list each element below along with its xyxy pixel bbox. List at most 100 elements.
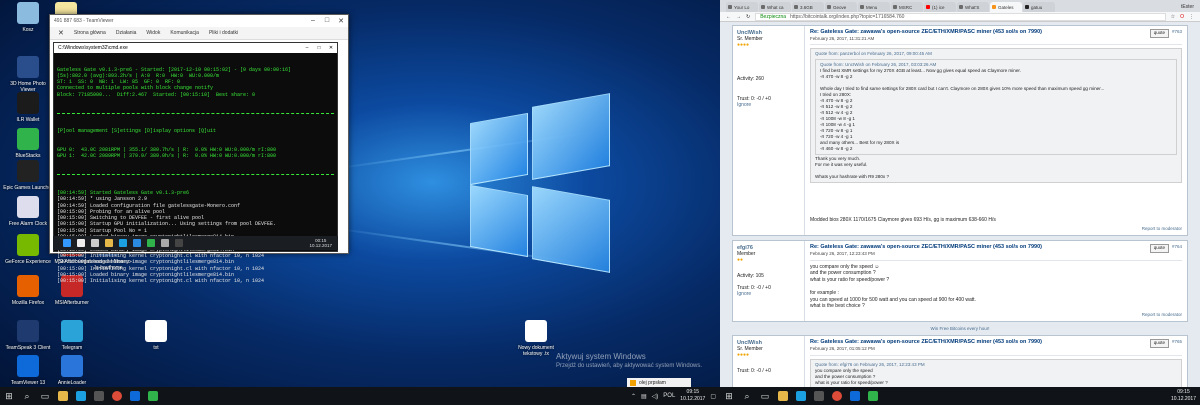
browser-tab[interactable]: Menu — [858, 2, 890, 12]
windows-start-icon[interactable] — [63, 239, 71, 247]
task-view-icon[interactable]: ▭ — [36, 387, 54, 405]
browser-tab[interactable]: What ca — [759, 2, 791, 12]
browser-tab[interactable]: (1) ice — [924, 2, 956, 12]
star-icon[interactable]: ☆ — [1171, 14, 1175, 20]
app-icon — [61, 320, 83, 342]
explorer-icon[interactable] — [774, 387, 792, 405]
cmd-icon[interactable] — [175, 239, 183, 247]
browser-tab[interactable]: Gateles — [990, 2, 1022, 12]
clock[interactable]: 09:15 10.12.2017 — [680, 389, 705, 403]
windows-start-icon[interactable]: ⊞ — [0, 387, 18, 405]
browser-tab[interactable]: 3.6GB — [792, 2, 824, 12]
explorer-icon[interactable] — [105, 239, 113, 247]
toolbar-home[interactable]: Strona główna — [74, 30, 106, 36]
chrome-icon[interactable] — [108, 387, 126, 405]
post-number[interactable]: #764 — [1172, 244, 1182, 251]
edge-icon[interactable] — [792, 387, 810, 405]
minimize-icon[interactable]: – — [301, 45, 313, 51]
quote-button[interactable]: quote — [1149, 244, 1169, 253]
desktop-icon[interactable]: Free Alarm Clock — [2, 196, 54, 227]
teamviewer-titlebar[interactable]: 491 887 683 - TeamViewer – □ ✕ — [50, 15, 348, 27]
app-icon[interactable] — [147, 239, 155, 247]
desktop-icon[interactable]: txt — [130, 320, 182, 351]
post-subject[interactable]: Re: Gateless Gate: zawawa's open-source … — [810, 29, 1042, 36]
chevron-up-icon[interactable]: ⌃ — [631, 393, 636, 400]
browser-tab[interactable]: gatuu — [1023, 2, 1055, 12]
inner-quote-block: Quote from: UncIWish on February 26, 201… — [815, 59, 1177, 156]
desktop-icon[interactable]: Epic Games Launcher — [2, 160, 54, 191]
desktop-icon[interactable]: BlueStacks — [2, 128, 54, 159]
ignore-link[interactable]: Ignore — [737, 291, 800, 297]
language-icon[interactable]: POL — [663, 393, 675, 399]
tab-label: Gateles — [998, 4, 1014, 10]
close-session-icon[interactable]: ✕ — [58, 29, 64, 37]
close-icon[interactable]: ✕ — [334, 17, 348, 25]
search-icon[interactable]: ⌕ — [738, 387, 756, 405]
minimize-icon[interactable]: – — [306, 17, 320, 25]
teamviewer-icon[interactable] — [126, 387, 144, 405]
ignore-link[interactable]: Ignore — [737, 102, 800, 108]
search-icon[interactable]: ⌕ — [18, 387, 36, 405]
app-icon[interactable] — [864, 387, 882, 405]
toolbar-files[interactable]: Pliki i dodatki — [209, 30, 238, 36]
toolbar-view[interactable]: Widok — [146, 30, 160, 36]
quote-header[interactable]: Quote from: panzerbol on February 26, 20… — [815, 51, 1177, 57]
console-log-line: [00:15:00] Initialising kernel cryptonig… — [57, 278, 265, 285]
address-bar[interactable]: Bezpieczna https://bitcointalk.org/index… — [755, 12, 1166, 21]
store-icon[interactable] — [90, 387, 108, 405]
maximize-icon[interactable]: □ — [313, 45, 325, 51]
windows-start-icon[interactable]: ⊞ — [720, 387, 738, 405]
desktop-icon[interactable]: Nowy dokument tekstowy .tx — [510, 320, 562, 357]
activation-watermark: Aktywuj system Windows Przejdź do ustawi… — [556, 352, 702, 369]
post-subject[interactable]: Re: Gateless Gate: zawawa's open-source … — [810, 244, 1042, 251]
edge-icon[interactable] — [119, 239, 127, 247]
task-view-icon[interactable] — [91, 239, 99, 247]
post-number[interactable]: #763 — [1172, 29, 1182, 36]
desktop-icon[interactable]: Telegram — [46, 320, 98, 351]
teamviewer-icon[interactable] — [846, 387, 864, 405]
desktop-icon[interactable]: 3D Home Photo Viewer — [2, 56, 54, 93]
toolbar-actions[interactable]: Działania — [116, 30, 137, 36]
menu-icon[interactable]: ⋮ — [1189, 14, 1194, 20]
reload-icon[interactable]: ↻ — [746, 14, 750, 20]
store-icon[interactable] — [810, 387, 828, 405]
back-icon[interactable]: ← — [726, 14, 731, 20]
desktop-icon[interactable]: ILR Wallet — [2, 92, 54, 123]
cmd-window[interactable]: C:\Windows\system32\cmd.exe – □ ✕ Gatele… — [53, 42, 338, 284]
quote-button[interactable]: quote — [1149, 339, 1169, 348]
teamviewer-icon[interactable] — [133, 239, 141, 247]
teamviewer-window[interactable]: 491 887 683 - TeamViewer – □ ✕ ✕ Strona … — [49, 14, 349, 284]
close-icon[interactable]: ✕ — [325, 45, 337, 51]
search-icon[interactable] — [77, 239, 85, 247]
browser-tab[interactable]: What'S — [957, 2, 989, 12]
post-subject[interactable]: Re: Gateless Gate: zawawa's open-source … — [810, 339, 1042, 346]
author-activity: Activity: 105 — [737, 273, 764, 280]
browser-user[interactable]: tEster — [1175, 4, 1200, 12]
browser-tab[interactable]: MSRC — [891, 2, 923, 12]
maximize-icon[interactable]: □ — [320, 17, 334, 25]
explorer-icon[interactable] — [54, 387, 72, 405]
report-link[interactable]: Report to moderator — [810, 226, 1182, 233]
task-view-icon[interactable]: ▭ — [756, 387, 774, 405]
favicon-icon — [926, 5, 930, 9]
app-icon[interactable] — [161, 239, 169, 247]
opera-icon[interactable]: O — [1180, 14, 1184, 20]
browser-tab[interactable]: Geove — [825, 2, 857, 12]
browser-tab[interactable]: Your Lo — [726, 2, 758, 12]
clock[interactable]: 09:15 10.12.2017 — [1171, 389, 1196, 403]
toolbar-communication[interactable]: Komunikacja — [170, 30, 199, 36]
ad-link[interactable]: Win Free Bitcoins every hour! — [732, 326, 1188, 331]
desktop-icon[interactable]: AnnieLoader — [46, 355, 98, 386]
chrome-icon[interactable] — [828, 387, 846, 405]
edge-icon[interactable] — [72, 387, 90, 405]
volume-icon[interactable]: ◁) — [652, 393, 659, 400]
report-link[interactable]: Report to moderator — [810, 312, 1182, 319]
gpu-header: [P]ool management [S]ettings [D]isplay o… — [57, 128, 217, 135]
network-icon[interactable]: ▤ — [641, 393, 647, 400]
action-center-icon[interactable]: ▢ — [710, 393, 716, 400]
forward-icon[interactable]: → — [736, 14, 741, 20]
post-number[interactable]: #765 — [1172, 339, 1182, 346]
app-icon[interactable] — [144, 387, 162, 405]
quote-button[interactable]: quote — [1149, 29, 1169, 38]
cmd-titlebar[interactable]: C:\Windows\system32\cmd.exe – □ ✕ — [54, 43, 337, 53]
